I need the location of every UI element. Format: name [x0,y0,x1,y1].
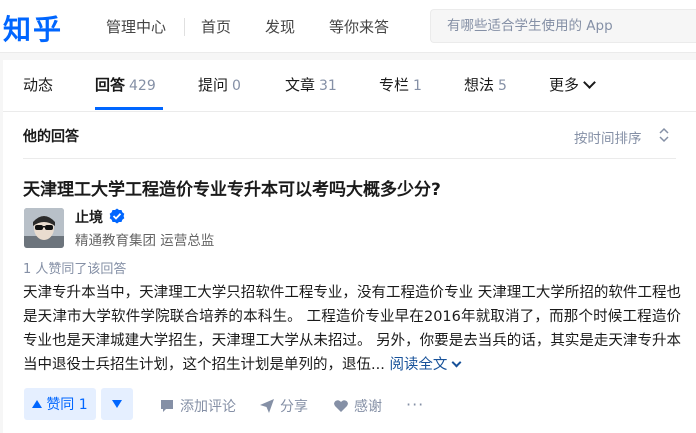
verified-badge-icon [109,208,125,224]
excerpt-text: 天津专升本当中，天津理工大学只招软件工程专业，没有工程造价专业 天津理工大学所招… [23,285,681,373]
nav-divider [184,18,185,36]
tab-answers[interactable]: 回答 429 [95,74,156,95]
search-input[interactable] [431,10,696,42]
read-more-label: 阅读全文 [389,357,448,373]
tab-columns[interactable]: 专栏 1 [379,74,422,95]
tab-articles[interactable]: 文章 31 [285,74,337,95]
tab-label: 专栏 [379,76,410,94]
thanks-button[interactable]: 感谢 [333,396,382,416]
answer-excerpt[interactable]: 天津专升本当中，天津理工大学只招软件工程专业，没有工程造价专业 天津理工大学所招… [23,281,681,377]
tab-count: 5 [498,78,507,94]
profile-tabs: 动态 回答 429 提问 0 文章 31 专栏 1 想法 5 更多 [3,60,696,112]
section-divider [23,158,676,159]
author-headline: 精通教育集团 运营总监 [75,233,215,249]
tab-count: 429 [129,78,156,94]
chevron-down-icon [583,76,596,89]
vote-count-text[interactable]: 1 人赞同了该回答 [23,258,126,277]
tab-thoughts[interactable]: 想法 5 [464,74,507,95]
section-title: 他的回答 [23,129,79,145]
thanks-label: 感谢 [354,399,382,415]
nav-home[interactable]: 首页 [201,16,231,37]
comment-label: 添加评论 [180,399,236,415]
share-label: 分享 [280,399,308,415]
sort-button[interactable]: 按时间排序 [574,127,642,147]
comment-button[interactable]: 添加评论 [159,396,236,416]
share-button[interactable]: 分享 [259,396,308,416]
paper-plane-icon [260,399,274,413]
upvote-label: 赞同 1 [46,397,88,413]
active-tab-indicator [95,107,163,110]
tab-activity[interactable]: 动态 [23,74,53,95]
author-name[interactable]: 止境 [75,207,103,227]
zhihu-logo[interactable]: 知乎 [3,8,63,48]
tab-count: 31 [319,78,337,94]
tab-questions[interactable]: 提问 0 [198,74,241,95]
top-navbar: 知乎 管理中心 首页 发现 等你来答 [0,0,696,53]
comment-icon [161,400,173,412]
tab-count: 0 [232,78,241,94]
heart-icon [334,400,348,412]
downvote-button[interactable] [101,388,133,420]
tab-label: 更多 [549,76,580,94]
tab-more[interactable]: 更多 [549,74,596,95]
upvote-button[interactable]: 赞同 1 [24,388,96,420]
search-box [430,9,696,43]
triangle-up-icon [32,400,43,408]
tab-label: 回答 [95,76,126,94]
nav-waiting-answers[interactable]: 等你来答 [329,16,389,37]
more-options-button[interactable]: ··· [406,395,424,414]
sort-icon[interactable] [658,126,670,144]
nav-admin-center[interactable]: 管理中心 [106,16,166,37]
question-title[interactable]: 天津理工大学工程造价专业专升本可以考吗大概多少分? [23,175,441,200]
triangle-down-icon [112,400,122,408]
avatar[interactable] [24,208,64,248]
tab-label: 文章 [285,76,316,94]
nav-discover[interactable]: 发现 [265,16,295,37]
tab-label: 提问 [198,76,229,94]
answers-card: 他的回答 按时间排序 天津理工大学工程造价专业专升本可以考吗大概多少分? 止境 … [3,112,696,433]
chevron-down-icon [451,357,462,368]
tab-label: 动态 [23,76,54,94]
tab-label: 想法 [464,76,495,94]
read-more-link[interactable]: 阅读全文 [389,357,462,373]
tab-count: 1 [413,78,422,94]
